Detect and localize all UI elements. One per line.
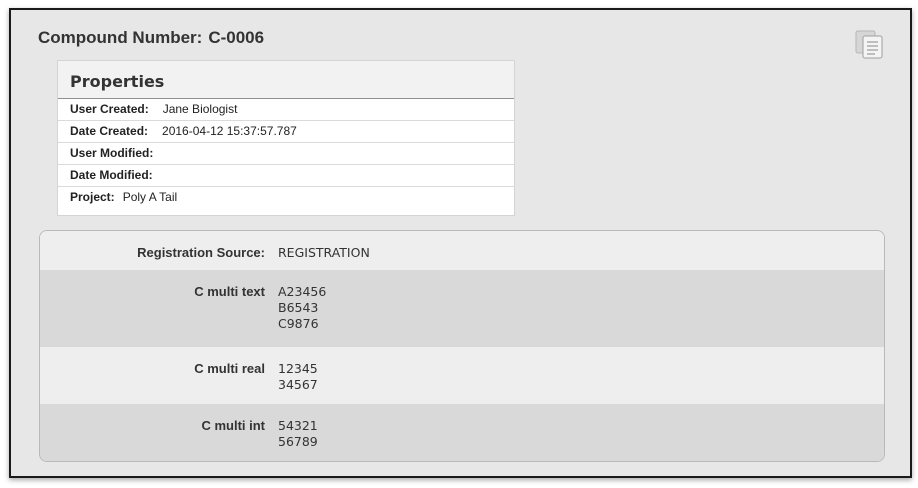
detail-row-c-multi-real: C multi real 12345 34567 bbox=[40, 347, 884, 404]
detail-value: C9876 bbox=[278, 316, 319, 331]
detail-value: A23456 bbox=[278, 284, 327, 299]
property-label: Date Created: bbox=[70, 124, 149, 138]
compound-details-table: Registration Source: REGISTRATION C mult… bbox=[39, 230, 885, 462]
properties-box: Properties User Created: Jane Biologist D… bbox=[57, 60, 515, 216]
detail-values: A23456 B6543 C9876 bbox=[278, 270, 326, 347]
detail-value: 12345 bbox=[278, 361, 318, 376]
detail-values: 54321 56789 bbox=[278, 404, 318, 461]
property-value: 2016-04-12 15:37:57.787 bbox=[162, 124, 297, 138]
detail-row-c-multi-int: C multi int 54321 56789 bbox=[40, 404, 884, 461]
property-row-project: Project: Poly A Tail bbox=[58, 187, 514, 209]
detail-label: C multi int bbox=[201, 418, 265, 433]
detail-value: B6543 bbox=[278, 300, 319, 315]
property-row-date-modified: Date Modified: bbox=[58, 165, 514, 187]
detail-label: C multi real bbox=[194, 361, 265, 376]
property-row-date-created: Date Created: 2016-04-12 15:37:57.787 bbox=[58, 121, 514, 143]
property-label: Project: bbox=[70, 190, 115, 204]
detail-values: 12345 34567 bbox=[278, 347, 318, 404]
property-value: Poly A Tail bbox=[122, 190, 178, 204]
compound-number-value: C-0006 bbox=[208, 28, 265, 47]
property-value: Jane Biologist bbox=[162, 102, 238, 116]
detail-label: Registration Source: bbox=[137, 245, 265, 260]
compound-panel: Compound Number: C-0006 Properties User C… bbox=[11, 10, 910, 476]
property-label: Date Modified: bbox=[70, 168, 153, 182]
detail-value: 54321 bbox=[278, 418, 318, 433]
property-row-user-created: User Created: Jane Biologist bbox=[58, 99, 514, 121]
property-label: User Created: bbox=[70, 102, 149, 116]
properties-heading: Properties bbox=[58, 61, 514, 99]
detail-row-registration-source: Registration Source: REGISTRATION bbox=[40, 231, 884, 270]
detail-label: C multi text bbox=[194, 284, 265, 299]
page-title: Compound Number: C-0006 bbox=[38, 28, 264, 48]
detail-value: REGISTRATION bbox=[278, 245, 370, 260]
property-label: User Modified: bbox=[70, 146, 154, 160]
copy-icon[interactable] bbox=[854, 29, 886, 59]
property-row-user-modified: User Modified: bbox=[58, 143, 514, 165]
compound-number-label: Compound Number: bbox=[38, 28, 203, 47]
detail-value: 34567 bbox=[278, 377, 318, 392]
detail-row-c-multi-text: C multi text A23456 B6543 C9876 bbox=[40, 270, 884, 347]
detail-values: REGISTRATION bbox=[278, 231, 370, 270]
detail-value: 56789 bbox=[278, 434, 318, 449]
